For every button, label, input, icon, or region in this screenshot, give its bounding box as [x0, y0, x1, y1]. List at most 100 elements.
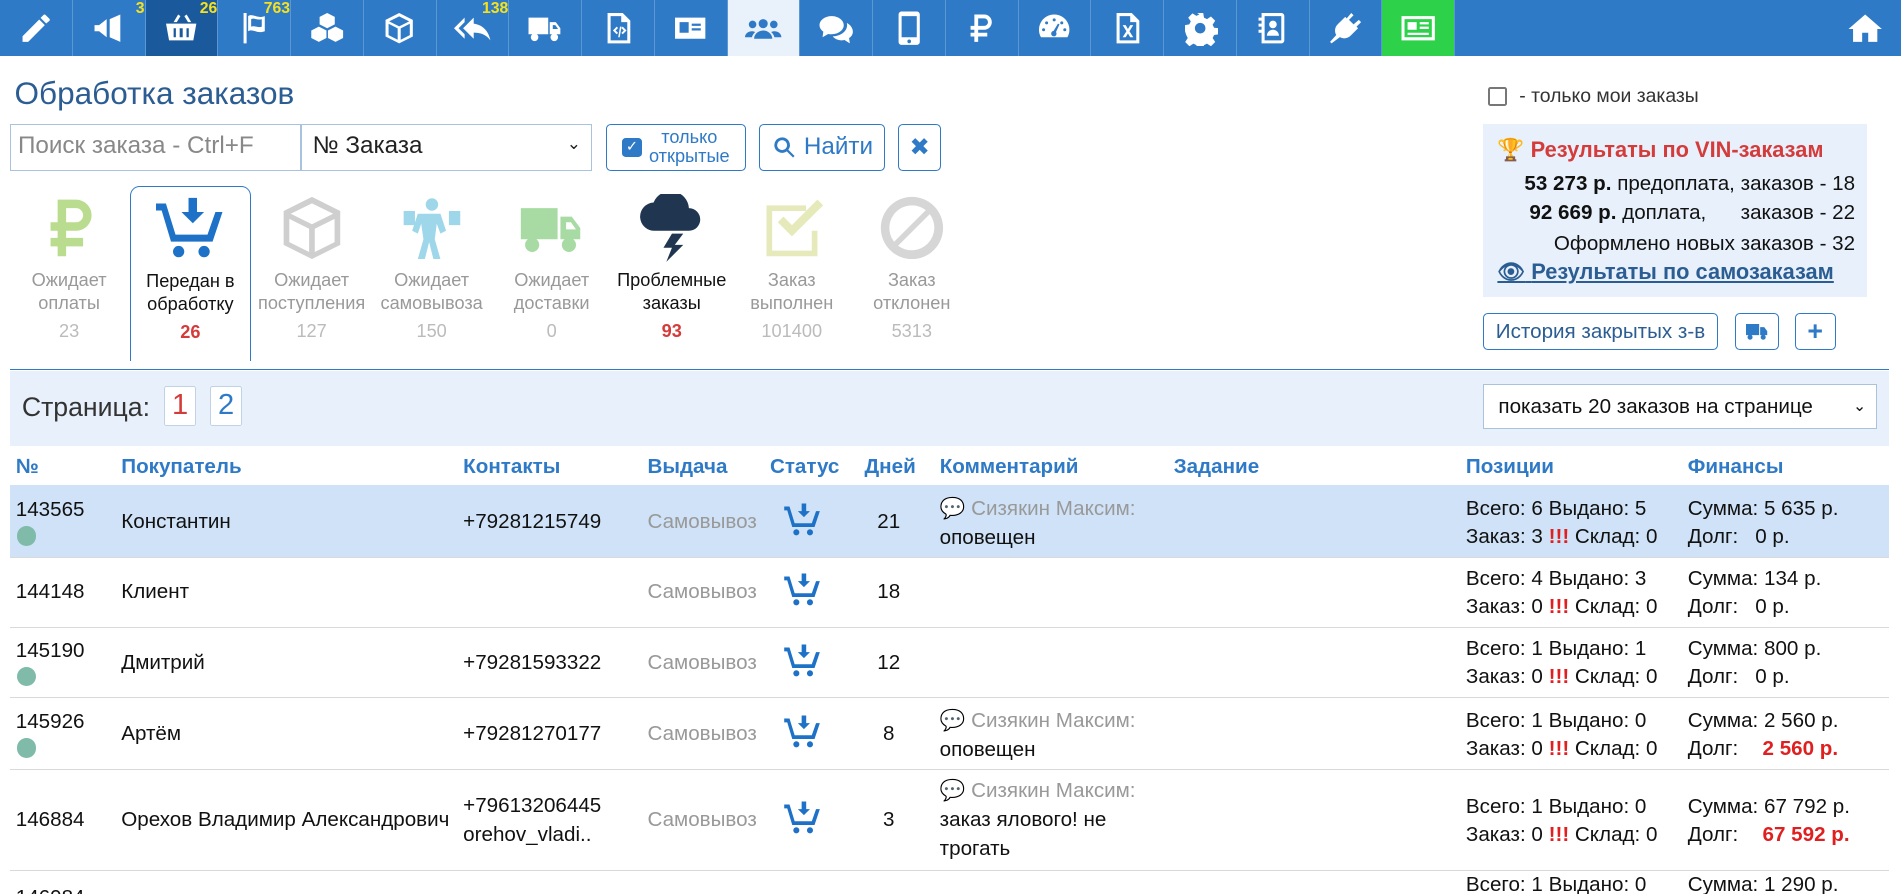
only-mine-checkbox[interactable]: [1487, 86, 1508, 107]
self-orders-link[interactable]: 👁 Результаты по самозаказам: [1497, 259, 1833, 285]
toolbar-flag[interactable]: 763: [218, 0, 291, 56]
status-tab-completed[interactable]: Заказ выполнен 101400: [731, 194, 852, 343]
order-number[interactable]: 146884: [16, 806, 85, 834]
alert-mark: !!!: [1548, 594, 1570, 618]
search-field-select[interactable]: № Заказа ⌄: [300, 123, 592, 171]
buyer-name[interactable]: Клиент: [121, 578, 189, 606]
table-row[interactable]: 143565 Константин +79281215749 Самовывоз 21 💬…: [9, 485, 1890, 558]
toolbar-pencil[interactable]: [0, 0, 73, 56]
speech-bubble-icon: 💬: [939, 708, 972, 732]
delivery-truck-icon: [520, 208, 580, 252]
cart-download-icon: [156, 197, 223, 258]
buyer-name[interactable]: Орехов Владимир Александрович: [121, 806, 449, 834]
status-tab-awaiting-payment[interactable]: Ожидает оплаты 23: [8, 194, 129, 343]
status-label: Ожидает: [31, 270, 107, 291]
closed-orders-history-button[interactable]: История закрытых з-в: [1482, 312, 1719, 351]
status-tab-awaiting-delivery[interactable]: Ожидает доставки 0: [491, 194, 612, 343]
chat-icon: [819, 15, 853, 44]
positions-summary: Всего: 1 Выдано: 1: [1465, 637, 1647, 661]
order-number[interactable]: 143565: [16, 496, 85, 524]
table-row[interactable]: 144148 Клиент Самовывоз 18 Всего: 4 Выдано: …: [9, 558, 1890, 629]
toolbar-truck[interactable]: [509, 0, 582, 56]
find-button[interactable]: Найти: [759, 123, 886, 171]
order-number[interactable]: 145926: [16, 708, 85, 736]
status-tab-awaiting-arrival[interactable]: Ожидает поступления 127: [251, 194, 372, 343]
finance-debt: Долг: 0 р.: [1688, 523, 1790, 551]
add-order-button[interactable]: +: [1794, 312, 1836, 351]
page-1[interactable]: 1: [163, 385, 197, 426]
col-status[interactable]: Статус: [770, 455, 839, 479]
order-number[interactable]: 144148: [16, 578, 85, 606]
status-label: отклонен: [873, 293, 951, 314]
page-2[interactable]: 2: [209, 385, 243, 426]
only-open-line1: только: [661, 126, 718, 147]
toolbar-boxes[interactable]: [291, 0, 364, 56]
cart-status-icon[interactable]: [783, 800, 822, 844]
buyer-name[interactable]: Дмитрий: [121, 649, 205, 677]
cart-status-icon[interactable]: [783, 572, 822, 616]
toolbar-excel[interactable]: [1091, 0, 1164, 56]
per-page-select[interactable]: показать 20 заказов на странице ⌄: [1482, 384, 1877, 430]
status-tab-awaiting-pickup[interactable]: Ожидает самовывоза 150: [371, 194, 492, 343]
toolbar-basket[interactable]: 26: [145, 0, 219, 56]
only-open-button[interactable]: ✓ только открытые: [606, 123, 746, 171]
status-tab-rejected[interactable]: Заказ отклонен 5313: [851, 194, 972, 343]
buyer-name[interactable]: Артём: [121, 720, 181, 748]
table-row[interactable]: 145190 Дмитрий +79281593322 Самовывоз 12 Всег…: [9, 628, 1890, 699]
col-contacts[interactable]: Контакты: [463, 455, 560, 479]
toolbar-box[interactable]: [364, 0, 437, 56]
toolbar-reply-all[interactable]: 138: [437, 0, 510, 56]
finance-debt: Долг: 2 560 р.: [1688, 735, 1838, 763]
toolbar-address-book[interactable]: [1237, 0, 1310, 56]
order-number[interactable]: 146984: [16, 884, 85, 894]
toolbar-users[interactable]: [727, 0, 801, 56]
delivery-button[interactable]: [1735, 312, 1779, 351]
toolbar-id-card[interactable]: [655, 0, 728, 56]
order-number[interactable]: 145190: [16, 637, 85, 665]
col-finance[interactable]: Финансы: [1688, 455, 1784, 479]
buyer-name[interactable]: Константин: [121, 508, 231, 536]
self-orders-link-text[interactable]: Результаты по самозаказам: [1531, 259, 1834, 284]
pager-bar: Страница: 1 2 показать 20 заказов на стр…: [9, 371, 1890, 447]
toolbar-mobile[interactable]: [873, 0, 946, 56]
toolbar-chat[interactable]: [800, 0, 873, 56]
table-row[interactable]: 145926 Артём +79281270177 Самовывоз 8 💬 Сизяк…: [9, 698, 1890, 770]
col-num[interactable]: №: [16, 455, 39, 479]
alert-mark: !!!: [1548, 822, 1570, 846]
toolbar-code[interactable]: [582, 0, 655, 56]
col-task[interactable]: Задание: [1174, 455, 1260, 479]
status-tab-in-processing[interactable]: Передан в обработку 26: [129, 185, 251, 362]
col-days[interactable]: Дней: [865, 455, 916, 479]
col-comment[interactable]: Комментарий: [940, 455, 1079, 479]
table-row[interactable]: 146984 Всего: 1 Выдано: 0 Сумма: 1 290 р.: [10, 871, 1889, 894]
toolbar-ruble[interactable]: [946, 0, 1019, 56]
only-mine-toggle[interactable]: - только мои заказы: [1487, 85, 1699, 108]
toolbar-plug[interactable]: [1310, 0, 1383, 56]
cart-status-icon[interactable]: [783, 714, 822, 758]
toolbar-megaphone[interactable]: 3: [73, 0, 146, 56]
flag-badge: 763: [263, 0, 290, 17]
vin-prepay-amount: 53 273 р.: [1524, 172, 1612, 196]
person-bags-icon: [403, 198, 460, 260]
days-count: 18: [877, 580, 901, 604]
col-buyer[interactable]: Покупатель: [121, 455, 241, 479]
close-icon: ✖: [909, 134, 930, 162]
clear-button[interactable]: ✖: [898, 123, 941, 171]
table-row[interactable]: 146884 Орехов Владимир Александрович +7961…: [9, 770, 1890, 871]
cart-status-icon[interactable]: [783, 502, 822, 546]
status-tab-problem-orders[interactable]: Проблемные заказы 93: [611, 194, 732, 343]
toolbar-settings[interactable]: [1164, 0, 1237, 56]
col-issue[interactable]: Выдача: [647, 455, 727, 479]
status-label: доставки: [513, 293, 590, 314]
debt-label: Долг:: [1687, 594, 1739, 618]
cart-status-icon[interactable]: [783, 643, 822, 687]
toolbar-dashboard[interactable]: [1019, 0, 1092, 56]
debt-value: 0 р.: [1755, 524, 1790, 548]
positions-stock: Склад: 0: [1569, 736, 1658, 760]
col-positions[interactable]: Позиции: [1466, 455, 1554, 479]
toolbar-home[interactable]: [1828, 0, 1901, 56]
search-input[interactable]: Поиск заказа - Ctrl+F: [9, 123, 301, 171]
toolbar-newspaper[interactable]: [1382, 0, 1455, 56]
positions-detail: Заказ: 0 !!! Склад: 0: [1466, 821, 1658, 849]
box-icon: [385, 12, 414, 44]
